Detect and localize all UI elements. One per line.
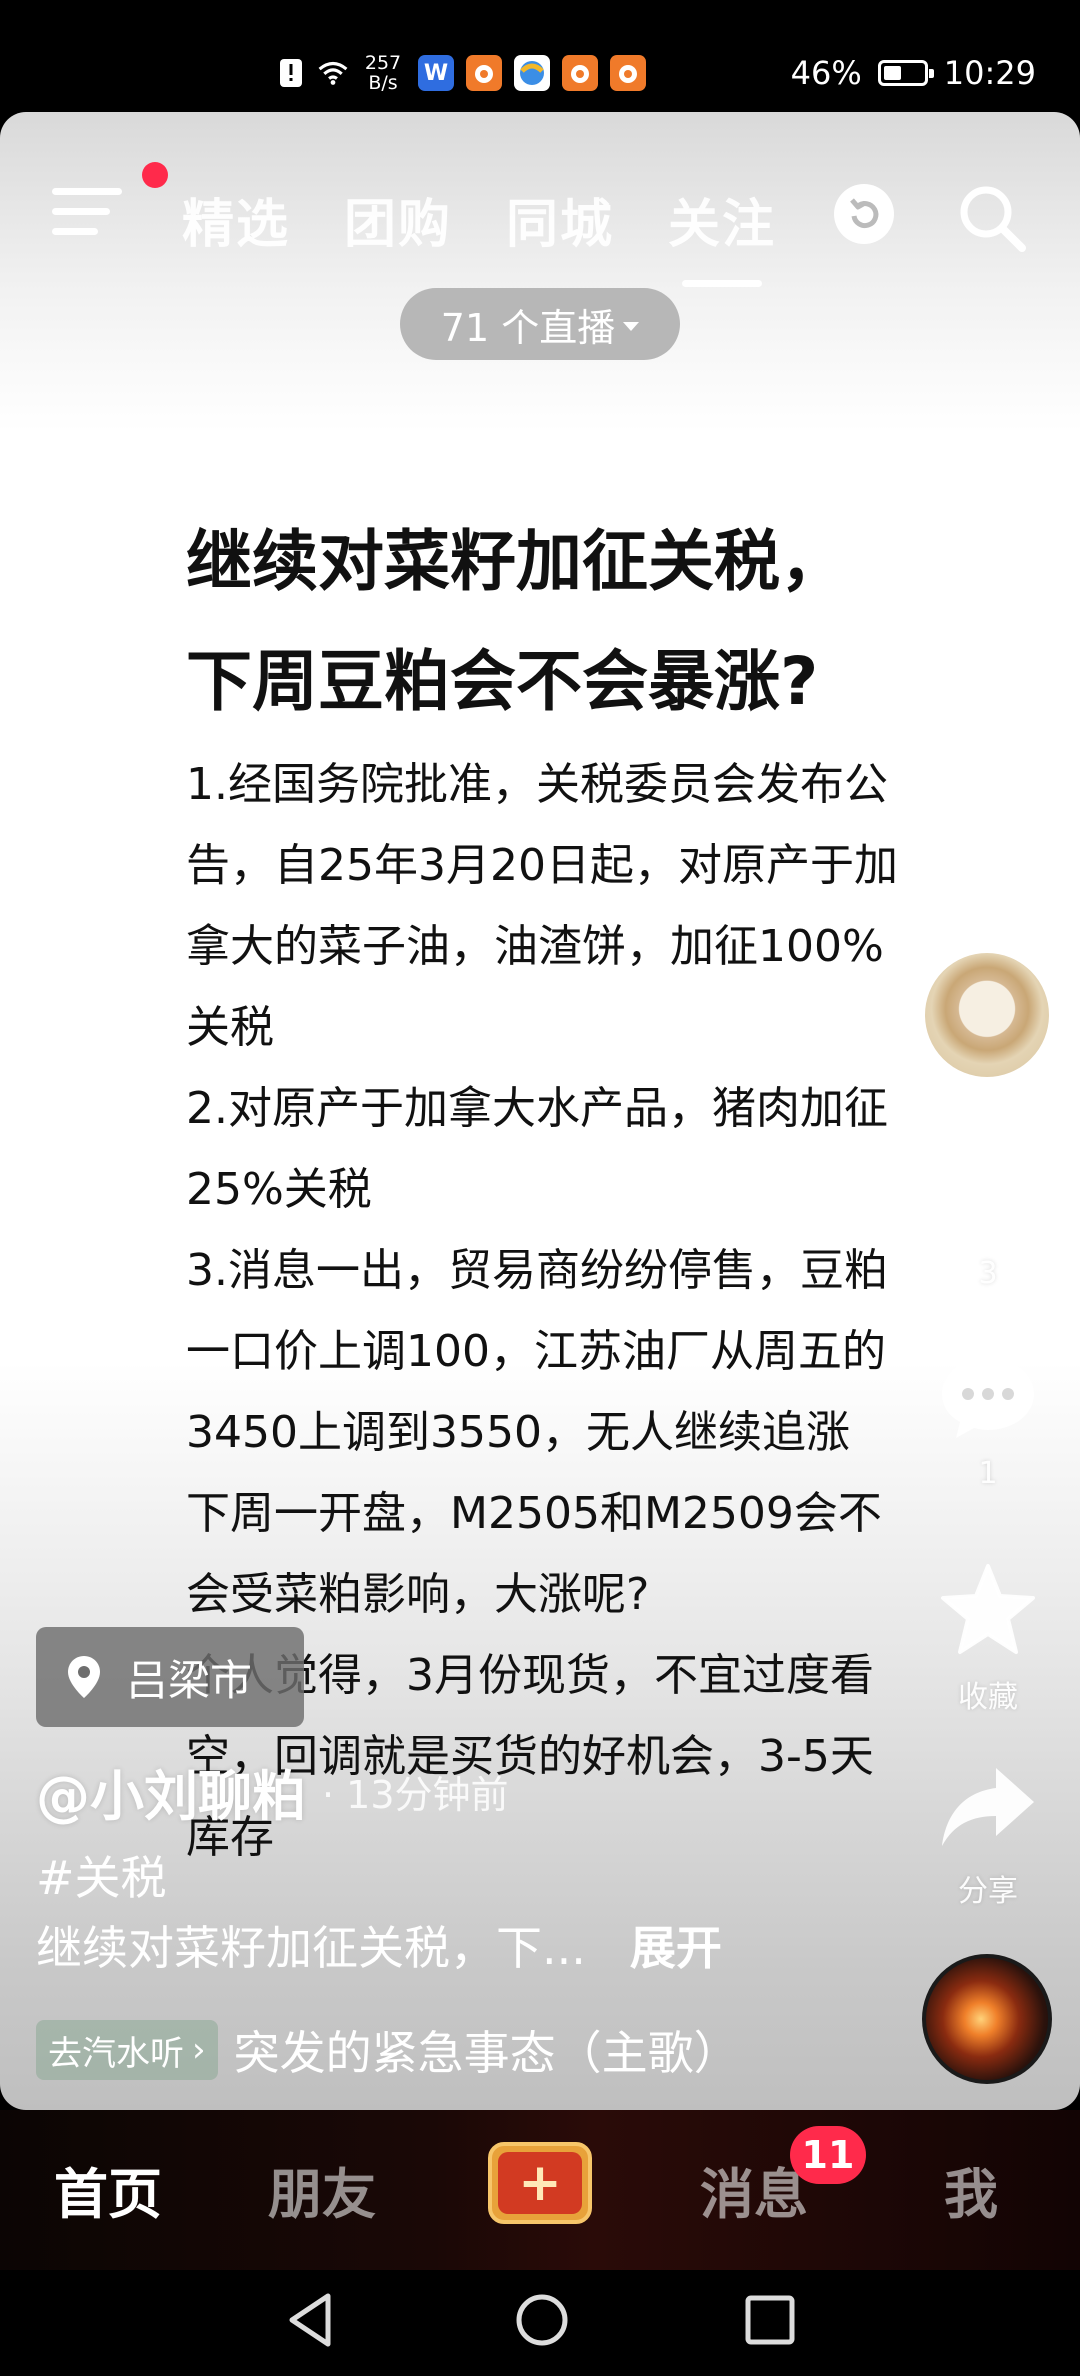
chevron-right-icon: › [192,2030,206,2070]
post-paragraph: 2.对原产于加拿大水产品，猪肉加征25%关税 [186,1083,888,1215]
song-title: 突发的紧急事态（主歌） [233,2026,740,2080]
battery-icon [877,60,934,86]
author-avatar[interactable] [922,950,1052,1080]
hashtag[interactable]: #关税 [36,1842,167,1908]
share-icon [942,1768,1034,1846]
menu-icon[interactable] [52,184,124,238]
top-nav: 精选 团购 同城 关注 [0,142,1080,287]
post-title-line: 下周豆粕会不会暴涨? [186,643,819,720]
tab-featured[interactable]: 精选 [182,182,290,257]
author-name[interactable]: @小刘聊粕 [36,1752,306,1831]
tab-group-buy[interactable]: 团购 [344,182,452,257]
net-speed: 257 B/s [364,52,402,94]
live-count-pill[interactable]: 71 个直播 [400,288,680,360]
post-paragraph: 下周一开盘，M2505和M2509会不会受菜粕影响，大涨呢? [186,1488,882,1620]
notification-dot [142,162,168,188]
system-nav-bar [0,2270,1080,2376]
nav-me[interactable]: 我 [944,2150,998,2229]
battery-level [883,66,901,80]
message-badge: 11 [790,2126,866,2184]
post-title: 继续对菜籽加征关税， 下周豆粕会不会暴涨? [186,502,926,742]
back-icon[interactable] [282,2290,338,2350]
app-icon [562,55,598,91]
share-button[interactable]: 分享 [928,1762,1048,1910]
favorite-label: 收藏 [958,1680,1018,1715]
clock: 10:29 [943,54,1036,92]
search-icon[interactable] [952,178,1032,258]
location-pin-icon [68,1656,100,1698]
comment-button[interactable]: 1 [928,1352,1048,1491]
caret-down-icon [623,321,640,331]
post-paragraph: 1.经国务院批准，关税委员会发布公告，自25年3月20日起，对原产于加拿大的菜子… [186,759,898,1053]
app-icon [466,55,502,91]
battery-percent: 46% [790,54,862,92]
wifi-icon [318,56,348,90]
expand-button[interactable]: 展开 [630,1912,722,1978]
heart-icon [942,1156,1034,1236]
bottom-nav: 首页 朋友 + 消息 11 我 [0,2110,1080,2270]
alert-icon [276,56,306,90]
post-time: · 13分钟前 [322,1773,509,1817]
qishui-label: 去汽水听 [48,2033,184,2074]
comment-count: 1 [978,1456,998,1491]
comment-icon [942,1358,1034,1438]
location-label: 吕梁市 [126,1655,253,1705]
status-bar: 257 B/s W 46% 10:29 [0,0,1080,112]
home-icon[interactable] [512,2290,572,2350]
like-button[interactable]: 3 [928,1152,1048,1291]
recents-icon[interactable] [742,2292,798,2348]
caption: 继续对菜籽加征关税，下... 展开 [36,1912,936,1978]
browser-icon [514,55,550,91]
create-button[interactable]: + [488,2142,592,2224]
star-icon [941,1564,1035,1654]
qishui-chip[interactable]: 去汽水听 › [36,2020,218,2080]
location-chip[interactable]: 吕梁市 [36,1627,304,1727]
refresh-icon[interactable] [834,184,894,244]
like-count: 3 [978,1256,998,1291]
nav-home[interactable]: 首页 [54,2150,162,2229]
status-left: 257 B/s W [276,48,646,98]
music-row[interactable]: 去汽水听 › 突发的紧急事态（主歌） [36,2018,740,2082]
share-label: 分享 [958,1874,1018,1909]
tab-local[interactable]: 同城 [506,182,614,257]
plus-icon: + [498,2152,582,2214]
status-right: 46% 10:29 [791,48,1036,98]
nav-friends[interactable]: 朋友 [268,2150,376,2229]
caption-text: 继续对菜籽加征关税，下... [36,1921,586,1975]
live-count-label: 71 个直播 [440,305,616,350]
post-title-line: 继续对菜籽加征关税， [186,523,846,600]
favorite-button[interactable]: 收藏 [928,1562,1048,1716]
wps-icon: W [418,55,454,91]
post-paragraph: 3.消息一出，贸易商纷纷停售，豆粕一口价上调100，江苏油厂从周五的3450上调… [186,1245,888,1458]
tab-following[interactable]: 关注 [668,182,776,287]
music-disc[interactable] [922,1954,1052,2084]
app-icon [610,55,646,91]
